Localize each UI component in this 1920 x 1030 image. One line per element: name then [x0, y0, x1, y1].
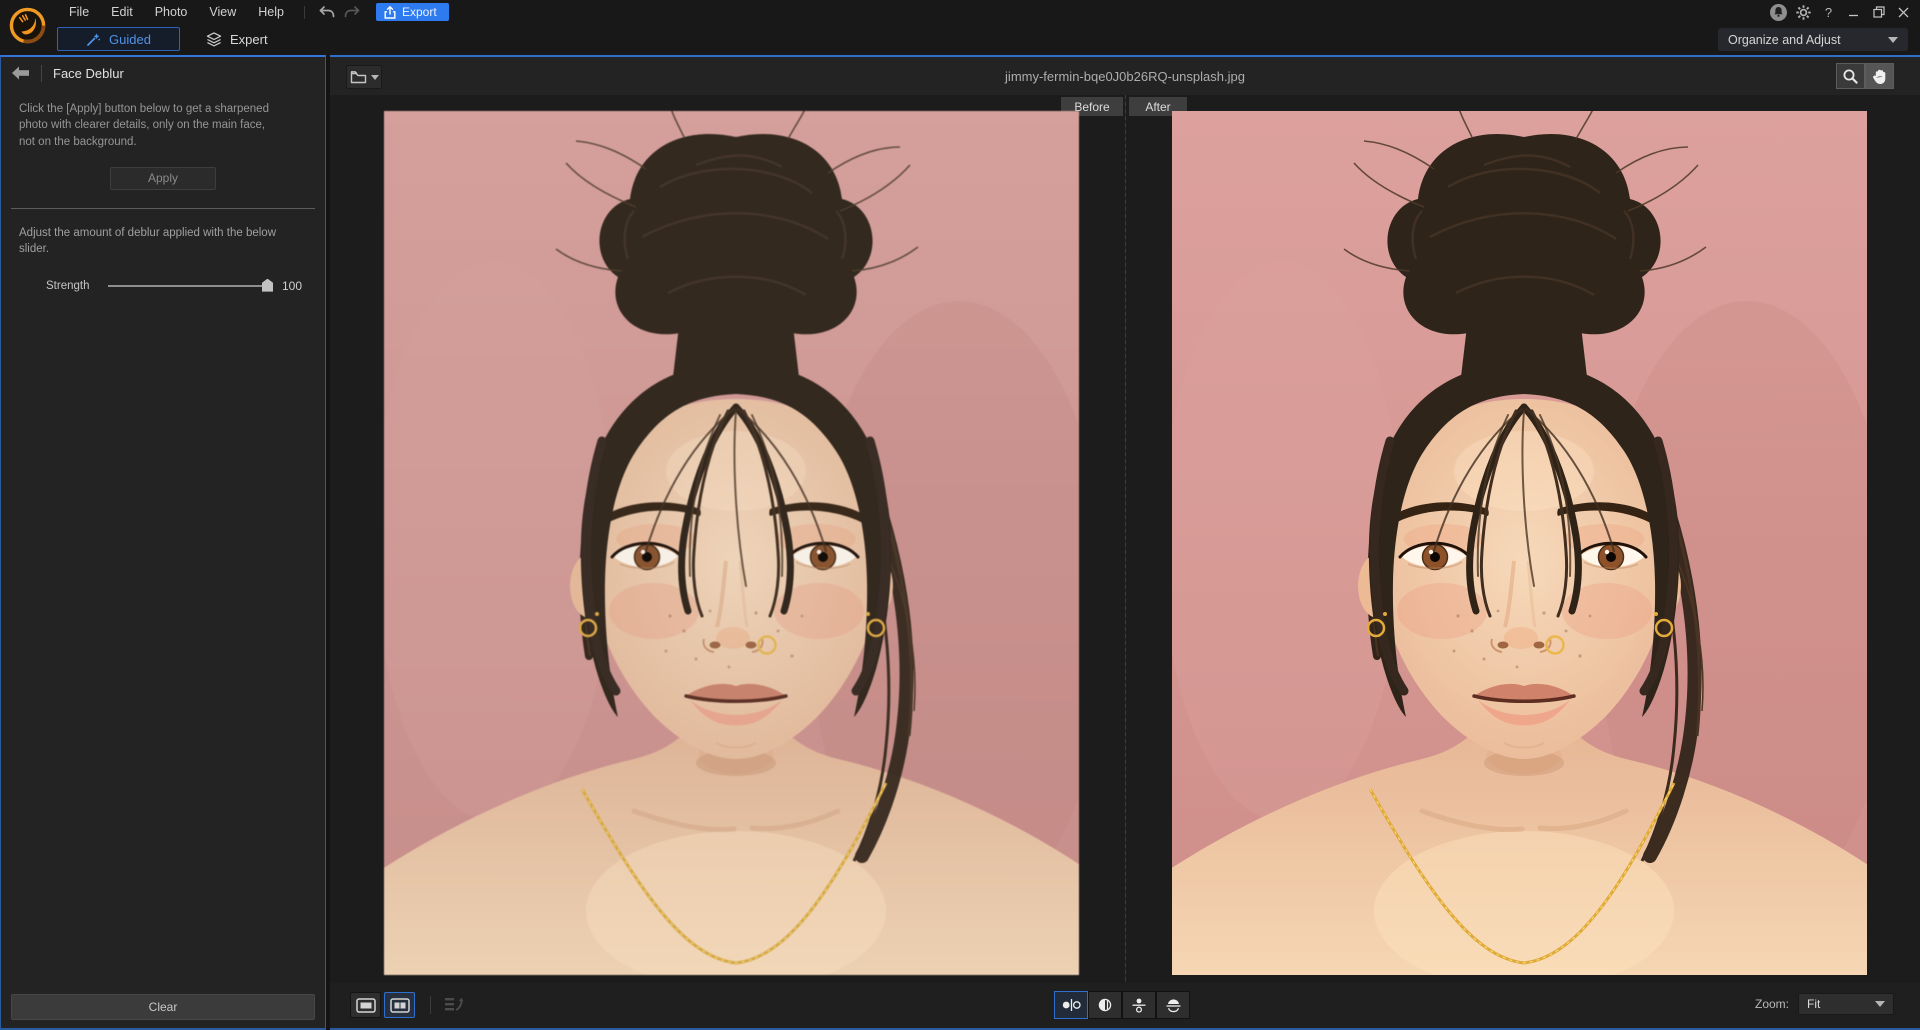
workspace-tab-row: Guided Expert Organize and Adjust	[0, 24, 1920, 55]
menu-file[interactable]: File	[58, 0, 100, 24]
apply-button[interactable]: Apply	[110, 167, 216, 190]
zoom-tool-button[interactable]	[1836, 63, 1865, 89]
export-label: Export	[402, 5, 437, 19]
split-vertical-icon	[1097, 998, 1113, 1012]
menu-help[interactable]: Help	[247, 0, 295, 24]
open-filename: jimmy-fermin-bqe0J0b26RQ-unsplash.jpg	[330, 57, 1920, 95]
batch-stack-icon	[443, 996, 465, 1014]
split-view-icon	[390, 998, 410, 1013]
compare-mode-cluster	[1054, 991, 1190, 1019]
split-vertical-button[interactable]	[1088, 991, 1122, 1019]
single-view-button[interactable]	[350, 992, 381, 1018]
zoom-label: Zoom:	[1755, 997, 1789, 1011]
magnifier-icon	[1842, 68, 1859, 85]
restore-button[interactable]	[1866, 1, 1891, 23]
title-bar: File Edit Photo View Help Export	[0, 0, 1920, 24]
slider-hint-text: Adjust the amount of deblur applied with…	[19, 225, 281, 258]
menu-bar: File Edit Photo View Help	[58, 0, 295, 24]
compare-view-button[interactable]	[384, 992, 415, 1018]
back-arrow-icon[interactable]	[11, 66, 30, 80]
panel-description: Click the [Apply] button below to get a …	[19, 101, 281, 150]
photo-after[interactable]	[1172, 111, 1867, 975]
magic-wand-icon	[86, 32, 101, 47]
zoom-level-value: Fit	[1807, 997, 1820, 1011]
compare-divider[interactable]	[1125, 95, 1126, 983]
after-label: After	[1145, 100, 1170, 114]
strength-label: Strength	[46, 280, 98, 292]
strength-slider-track[interactable]	[108, 285, 268, 287]
panel-divider	[11, 208, 315, 209]
layers-icon	[206, 32, 222, 47]
view-tools	[1836, 63, 1894, 89]
canvas-footer: Zoom: Fit	[330, 983, 1920, 1028]
tab-expert[interactable]: Expert	[196, 27, 278, 51]
split-horizontal-button[interactable]	[1156, 991, 1190, 1019]
export-button[interactable]: Export	[376, 3, 449, 21]
canvas-header: jimmy-fermin-bqe0J0b26RQ-unsplash.jpg	[330, 57, 1920, 95]
strength-slider-handle[interactable]	[262, 279, 273, 292]
app-logo-icon	[8, 6, 47, 45]
bell-icon	[1770, 4, 1787, 21]
zoom-chevron-down-icon	[1875, 1001, 1885, 1007]
minimize-icon	[1848, 7, 1859, 18]
menu-photo[interactable]: Photo	[144, 0, 199, 24]
help-button[interactable]: ?	[1816, 1, 1841, 23]
top-bottom-icon	[1131, 998, 1147, 1013]
redo-icon	[344, 5, 361, 19]
gear-icon	[1795, 4, 1812, 21]
tab-guided-label: Guided	[109, 32, 151, 47]
single-view-icon	[356, 998, 376, 1013]
footer-separator	[430, 996, 431, 1014]
folder-dropdown-chevron-icon	[371, 75, 379, 80]
tab-expert-label: Expert	[230, 32, 268, 47]
toolbar-separator	[304, 6, 305, 19]
menu-view[interactable]: View	[198, 0, 247, 24]
clear-button[interactable]: Clear	[11, 994, 315, 1020]
application-window: File Edit Photo View Help Export	[0, 0, 1920, 1030]
titlebar-right-controls: ?	[1766, 1, 1920, 23]
panel-title: Face Deblur	[53, 66, 124, 81]
zoom-control: Zoom: Fit	[1755, 993, 1894, 1015]
notifications-button[interactable]	[1766, 1, 1791, 23]
hand-icon	[1872, 68, 1888, 85]
image-stage: Before After	[330, 95, 1920, 983]
folder-icon	[350, 70, 367, 84]
workspace-selector-dropdown[interactable]: Organize and Adjust	[1718, 28, 1908, 51]
side-by-side-button[interactable]	[1054, 991, 1088, 1019]
redo-button[interactable]	[340, 1, 366, 23]
open-folder-button[interactable]	[346, 65, 382, 89]
menu-edit[interactable]: Edit	[100, 0, 144, 24]
top-bottom-button[interactable]	[1122, 991, 1156, 1019]
pan-tool-button[interactable]	[1865, 63, 1894, 89]
minimize-button[interactable]	[1841, 1, 1866, 23]
restore-icon	[1873, 6, 1885, 18]
panel-header: Face Deblur	[1, 59, 325, 87]
tab-guided[interactable]: Guided	[57, 27, 180, 51]
undo-icon	[318, 5, 335, 19]
export-icon	[384, 6, 396, 19]
photo-before[interactable]	[384, 111, 1079, 975]
workspace-selector-value: Organize and Adjust	[1728, 33, 1841, 47]
settings-button[interactable]	[1791, 1, 1816, 23]
header-separator	[41, 65, 42, 82]
face-deblur-panel: Face Deblur Click the [Apply] button bel…	[0, 55, 326, 1030]
undo-button[interactable]	[314, 1, 340, 23]
chevron-down-icon	[1888, 37, 1898, 43]
side-by-side-icon	[1062, 998, 1081, 1012]
help-icon: ?	[1825, 5, 1832, 20]
close-button[interactable]	[1891, 1, 1916, 23]
view-mode-cluster	[350, 992, 465, 1018]
zoom-level-dropdown[interactable]: Fit	[1798, 993, 1894, 1015]
close-icon	[1898, 7, 1909, 18]
canvas-area: jimmy-fermin-bqe0J0b26RQ-unsplash.jpg Be…	[330, 55, 1920, 1030]
before-label: Before	[1074, 100, 1109, 114]
strength-slider-row: Strength 100	[1, 279, 325, 293]
strength-value: 100	[282, 279, 302, 293]
split-horizontal-icon	[1165, 998, 1182, 1013]
